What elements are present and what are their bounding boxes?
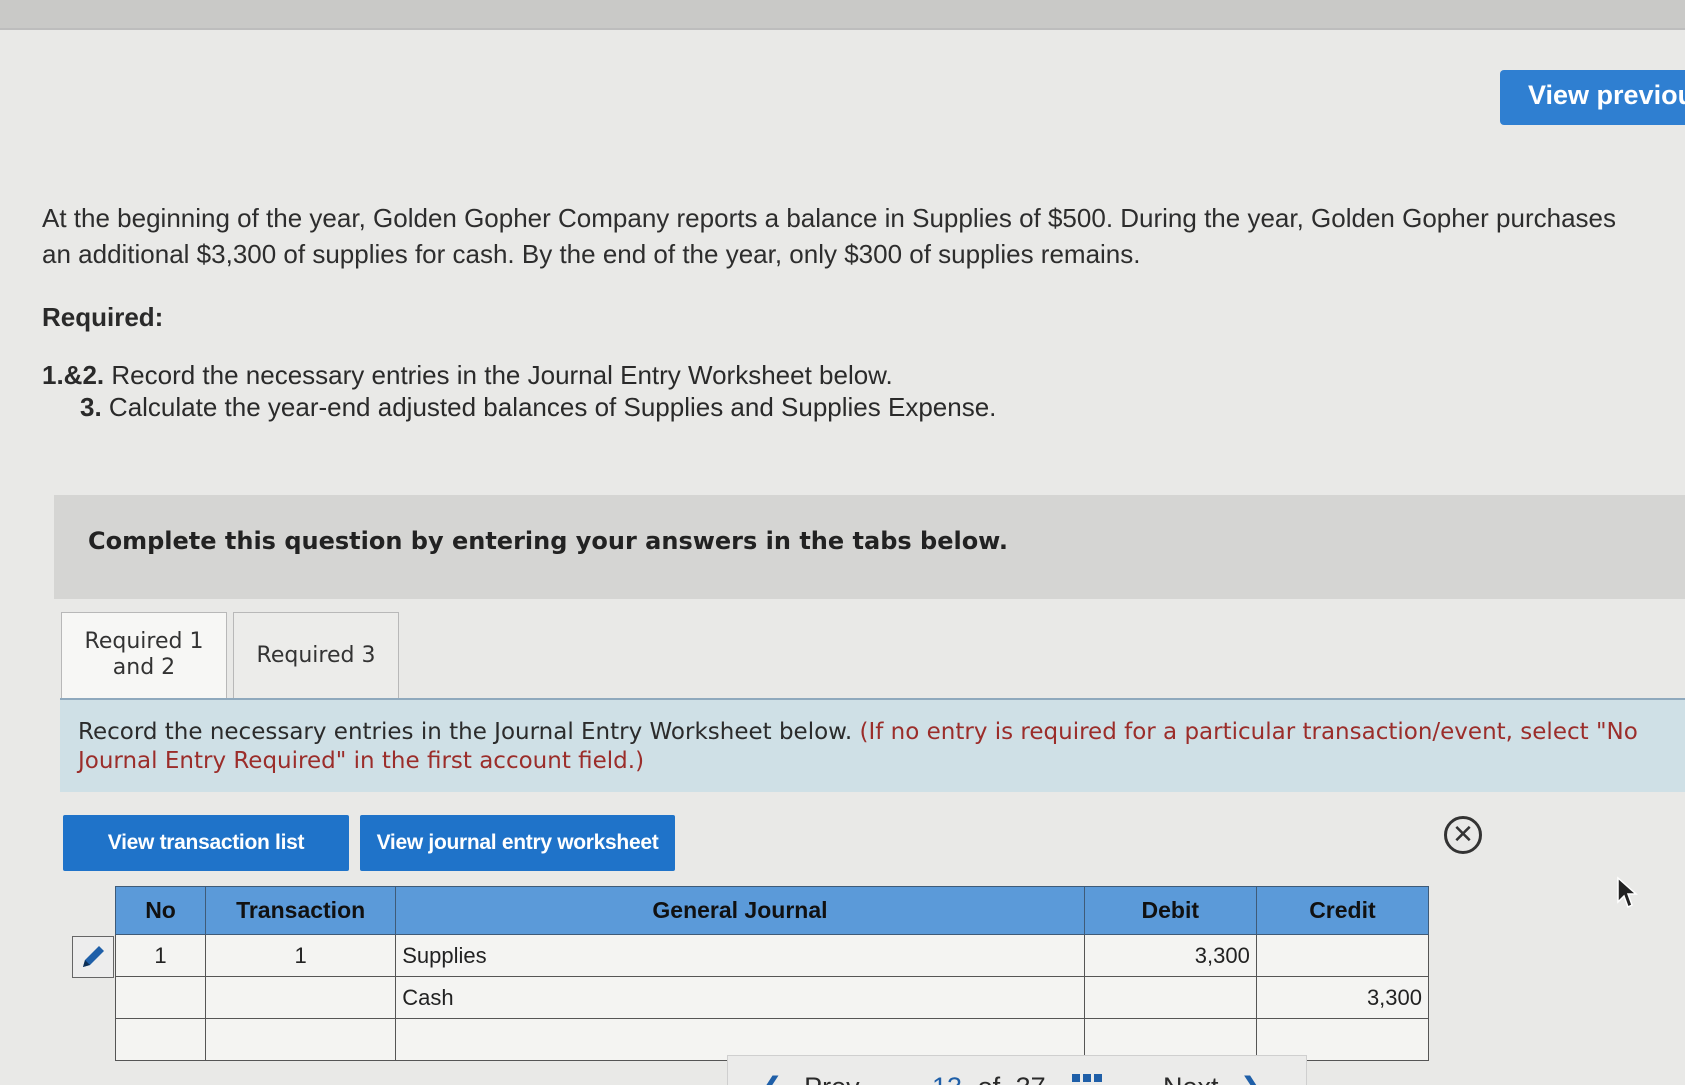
- cell-account[interactable]: Supplies: [395, 934, 1085, 977]
- cell-account[interactable]: Cash: [395, 976, 1085, 1019]
- tab-label-line1: Required 1: [84, 629, 204, 654]
- header-no: No: [114, 886, 207, 935]
- page-indicator: 13 of 37: [932, 1072, 1046, 1085]
- grid-icon[interactable]: [1072, 1074, 1102, 1085]
- view-previous-button[interactable]: View previous: [1500, 70, 1685, 125]
- tab-required-3[interactable]: Required 3: [233, 612, 399, 700]
- prev-link[interactable]: ❮ Prev: [760, 1072, 860, 1085]
- close-circle-icon[interactable]: ✕: [1444, 816, 1482, 854]
- cell-debit[interactable]: [1083, 976, 1257, 1019]
- header-credit: Credit: [1255, 886, 1430, 935]
- header-debit: Debit: [1083, 886, 1257, 935]
- required-item-3: 3. Calculate the year-end adjusted balan…: [80, 392, 996, 423]
- required-item-1: 1.&2. Record the necessary entries in th…: [42, 360, 893, 391]
- cell-transaction: [205, 1018, 397, 1061]
- table-row: 1 1 Supplies 3,300: [114, 934, 1430, 977]
- cell-credit[interactable]: 3,300: [1255, 976, 1430, 1019]
- edit-entry-button[interactable]: [72, 936, 114, 978]
- cell-transaction: [205, 976, 397, 1019]
- cell-no: [114, 976, 207, 1019]
- cell-credit[interactable]: [1255, 934, 1430, 977]
- required-item-text: Record the necessary entries in the Jour…: [111, 360, 893, 390]
- total-pages: 37: [1016, 1072, 1046, 1085]
- cell-transaction: 1: [205, 934, 397, 977]
- page-content: View previous At the beginning of the ye…: [0, 28, 1685, 1085]
- cell-no: 1: [114, 934, 207, 977]
- cell-debit[interactable]: 3,300: [1083, 934, 1257, 977]
- table-row: Cash 3,300: [114, 976, 1430, 1019]
- instructions-banner: Complete this question by entering your …: [54, 495, 1685, 599]
- header-general-journal: General Journal: [395, 886, 1085, 935]
- info-box: Record the necessary entries in the Jour…: [60, 700, 1685, 792]
- journal-table: No Transaction General Journal Debit Cre…: [114, 886, 1430, 1061]
- tab-label: Required 3: [256, 643, 376, 668]
- pencil-icon: [83, 946, 104, 967]
- cell-no: [114, 1018, 207, 1061]
- problem-statement: At the beginning of the year, Golden Gop…: [42, 203, 1617, 269]
- view-journal-entry-worksheet-button[interactable]: View journal entry worksheet: [360, 815, 675, 871]
- prev-label: Prev: [804, 1072, 860, 1085]
- pagination-bar: ❮ Prev 13 of 37 Next ❯: [727, 1055, 1307, 1085]
- required-item-text: Calculate the year-end adjusted balances…: [108, 392, 997, 422]
- of-label: of: [978, 1072, 1001, 1085]
- chevron-left-icon: ❮: [760, 1072, 783, 1085]
- tab-label-line2: and 2: [112, 655, 176, 680]
- required-heading: Required:: [42, 302, 164, 332]
- next-label: Next: [1163, 1072, 1219, 1085]
- chevron-right-icon: ❯: [1240, 1072, 1263, 1085]
- table-header-row: No Transaction General Journal Debit Cre…: [114, 886, 1430, 935]
- instructions-text: Complete this question by entering your …: [88, 527, 1008, 555]
- mouse-cursor-icon: [1617, 876, 1638, 909]
- required-item-number: 1.&2.: [42, 360, 105, 390]
- next-link[interactable]: Next ❯: [1163, 1072, 1263, 1085]
- info-text: Record the necessary entries in the Jour…: [78, 719, 853, 745]
- tab-required-1-and-2[interactable]: Required 1 and 2: [61, 612, 227, 700]
- current-page: 13: [932, 1072, 962, 1085]
- view-transaction-list-button[interactable]: View transaction list: [63, 815, 349, 871]
- required-item-number: 3.: [80, 392, 102, 422]
- header-transaction: Transaction: [205, 886, 397, 935]
